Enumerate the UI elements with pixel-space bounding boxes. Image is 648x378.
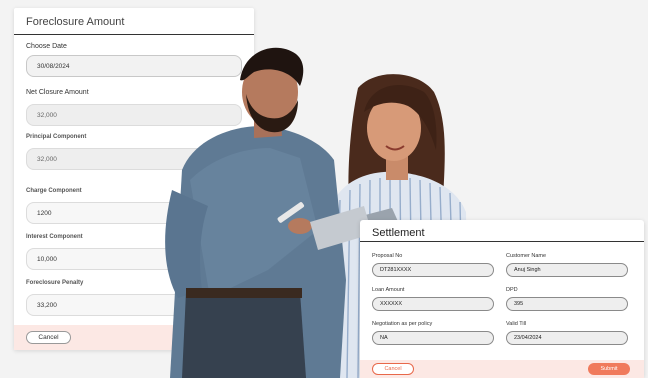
negotiation-label: Negotiation as per policy [372,321,433,327]
settlement-footer: Cancel Submit [360,360,644,378]
customer-field[interactable]: Anuj Singh [506,263,628,277]
settlement-card: Settlement Proposal No DT281XXXX Custome… [360,220,644,378]
choose-date-label: Choose Date [26,43,67,50]
man-figure [165,47,372,378]
settlement-title: Settlement [360,220,644,242]
dpd-field[interactable]: 395 [506,297,628,311]
customer-label: Customer Name [506,253,547,259]
loan-amount-field[interactable]: XXXXXX [372,297,494,311]
settlement-submit-button[interactable]: Submit [588,363,630,375]
proposal-field[interactable]: DT281XXXX [372,263,494,277]
loan-amount-label: Loan Amount [372,287,405,293]
settlement-cancel-button[interactable]: Cancel [372,363,414,375]
penalty-label: Foreclosure Penalty [26,280,84,286]
foreclosure-cancel-button[interactable]: Cancel [26,331,71,344]
principal-label: Principal Component [26,134,87,140]
charge-label: Charge Component [26,188,82,194]
valid-till-field[interactable]: 23/04/2024 [506,331,628,345]
valid-till-label: Valid Till [506,321,527,327]
proposal-label: Proposal No [372,253,403,259]
negotiation-field[interactable]: NA [372,331,494,345]
interest-label: Interest Component [26,234,83,240]
dpd-label: DPD [506,287,518,293]
net-closure-label: Net Closure Amount [26,89,89,96]
